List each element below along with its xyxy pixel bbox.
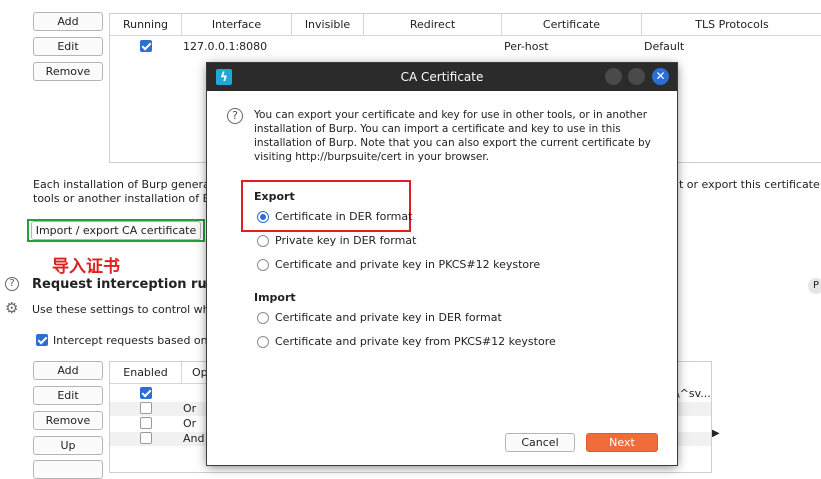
export-key-der-label[interactable]: Private key in DER format (275, 234, 416, 247)
close-icon[interactable]: ✕ (652, 68, 669, 85)
add-listener-button[interactable]: Add (33, 12, 103, 31)
listener-certificate: Per-host (504, 40, 549, 53)
down-rule-button[interactable] (33, 460, 103, 479)
rule-enabled-checkbox-2[interactable] (140, 402, 152, 414)
dialog-titlebar[interactable]: ϟ CA Certificate ✕ (207, 63, 677, 91)
interception-description: Use these settings to control which r (32, 303, 234, 316)
cancel-button[interactable]: Cancel (505, 433, 575, 452)
gear-icon[interactable]: ⚙ (5, 300, 21, 316)
col-invisible[interactable]: Invisible (292, 14, 364, 36)
import-der-label[interactable]: Certificate and private key in DER forma… (275, 311, 502, 324)
export-cert-der-label[interactable]: Certificate in DER format (275, 210, 412, 223)
export-pkcs12-radio[interactable] (257, 259, 269, 271)
export-pkcs12-label[interactable]: Certificate and private key in PKCS#12 k… (275, 258, 540, 271)
minimize-icon[interactable] (605, 68, 622, 85)
export-heading: Export (254, 190, 295, 203)
import-export-ca-button[interactable]: Import / export CA certificate (31, 221, 201, 240)
maximize-icon[interactable] (628, 68, 645, 85)
col-interface[interactable]: Interface (182, 14, 292, 36)
export-cert-der-radio[interactable] (257, 211, 269, 223)
interception-title: Request interception rules (32, 277, 228, 292)
rule-match-fragment: \^sv... (676, 387, 711, 400)
rule-op-3: Or (183, 417, 197, 430)
export-key-der-radio[interactable] (257, 235, 269, 247)
rule-op-4: And (183, 432, 205, 445)
listener-interface: 127.0.0.1:8080 (183, 40, 268, 53)
edit-rule-button[interactable]: Edit (33, 386, 103, 405)
rule-enabled-checkbox-3[interactable] (140, 417, 152, 429)
rule-enabled-checkbox-4[interactable] (140, 432, 152, 444)
rule-op-2: Or (183, 402, 197, 415)
info-icon: ? (227, 108, 243, 124)
ca-description-line1: Each installation of Burp generates i (33, 178, 234, 191)
up-rule-button[interactable]: Up (33, 436, 103, 455)
intercept-requests-label: Intercept requests based on the (53, 334, 230, 347)
expand-arrow-icon[interactable]: ▶ (712, 428, 720, 439)
import-der-radio[interactable] (257, 312, 269, 324)
edit-listener-button[interactable]: Edit (33, 37, 103, 56)
ca-description-right: t or export this certificate for u (679, 178, 821, 191)
annotation-red-box (241, 180, 411, 232)
rule-enabled-checkbox-1[interactable] (140, 387, 152, 399)
listener-running-checkbox[interactable] (140, 40, 152, 52)
help-icon[interactable]: ? (5, 277, 19, 291)
import-pkcs12-label[interactable]: Certificate and private key from PKCS#12… (275, 335, 556, 348)
remove-listener-button[interactable]: Remove (33, 62, 103, 81)
col-redirect[interactable]: Redirect (364, 14, 502, 36)
import-heading: Import (254, 291, 296, 304)
next-button[interactable]: Next (586, 433, 658, 452)
ca-certificate-dialog: ϟ CA Certificate ✕ ? You can export your… (207, 63, 677, 465)
add-rule-button[interactable]: Add (33, 361, 103, 380)
annotation-label: 导入证书 (52, 257, 120, 277)
listener-tls: Default (644, 40, 685, 53)
import-pkcs12-radio[interactable] (257, 336, 269, 348)
col-certificate[interactable]: Certificate (502, 14, 642, 36)
dialog-info-text: You can export your certificate and key … (254, 109, 651, 163)
col-enabled[interactable]: Enabled (110, 362, 182, 384)
right-badge: P (808, 278, 821, 294)
remove-rule-button[interactable]: Remove (33, 411, 103, 430)
intercept-requests-checkbox[interactable] (36, 334, 48, 346)
col-tls-protocols[interactable]: TLS Protocols (642, 14, 821, 36)
col-running[interactable]: Running (110, 14, 182, 36)
ca-description-line2: tools or another installation of Burp. (33, 192, 233, 205)
